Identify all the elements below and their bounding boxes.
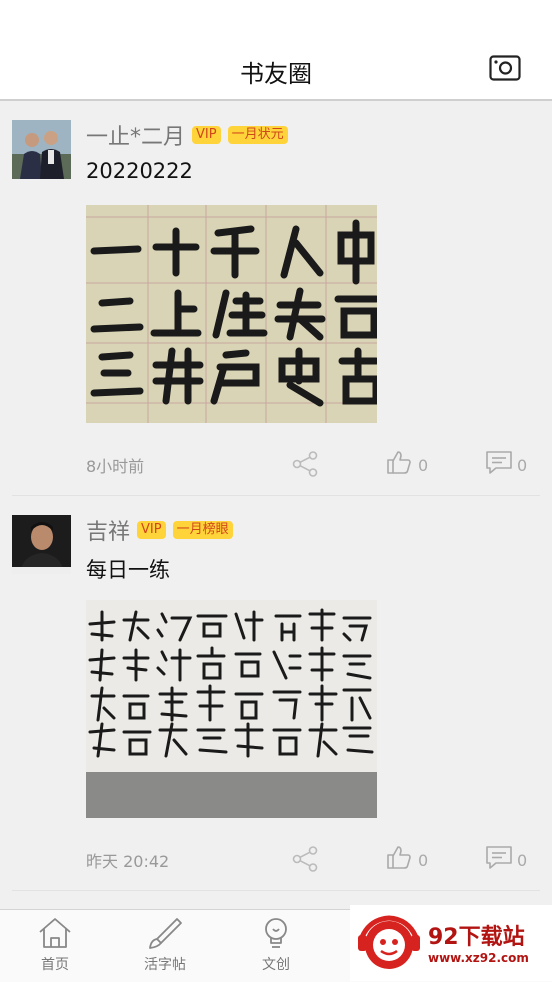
watermark-logo-icon: [358, 915, 420, 969]
thumbs-up-icon: [387, 451, 411, 474]
post-card[interactable]: 一止*二月 VIP 一月状元 20220222 8小时前 0 0: [0, 101, 552, 496]
avatar[interactable]: [12, 515, 71, 574]
comment-button[interactable]: 0: [485, 844, 527, 874]
lightbulb-icon: [265, 918, 287, 948]
divider: [12, 890, 540, 891]
comment-count: 0: [517, 851, 528, 870]
home-icon: [39, 918, 71, 948]
post-time: 昨天 20:42: [86, 852, 170, 871]
tab-home-label: 首页: [41, 957, 69, 973]
calligraphy-image[interactable]: [86, 600, 377, 818]
comment-icon: [486, 846, 512, 869]
post-text: 每日一练: [86, 558, 170, 582]
rank-badge: 一月状元: [227, 126, 288, 144]
like-button[interactable]: 0: [386, 844, 428, 874]
calligraphy-image[interactable]: [86, 205, 377, 423]
page-title: 书友圈: [240, 60, 312, 88]
tab-copybook-label: 活字帖: [144, 957, 186, 973]
tab-creative-label: 文创: [262, 957, 290, 973]
share-icon[interactable]: [291, 450, 319, 478]
tab-home[interactable]: 首页: [15, 916, 95, 978]
share-icon[interactable]: [291, 845, 319, 873]
author-row: 吉祥 VIP 一月榜眼: [86, 514, 233, 545]
top-bar: 书友圈: [0, 40, 552, 101]
thumbs-up-icon: [387, 846, 411, 869]
like-button[interactable]: 0: [386, 449, 428, 479]
comment-button[interactable]: 0: [485, 449, 527, 479]
vip-badge: VIP: [137, 521, 166, 539]
author-name[interactable]: 一止*二月: [86, 125, 185, 150]
post-feed: 一止*二月 VIP 一月状元 20220222 8小时前 0 0 吉祥 VIP …: [0, 101, 552, 891]
comment-count: 0: [517, 456, 528, 475]
watermark-title: 92下载站: [428, 925, 525, 950]
vip-badge: VIP: [192, 126, 221, 144]
camera-icon[interactable]: [489, 55, 521, 81]
tab-copybook[interactable]: 活字帖: [125, 916, 205, 978]
site-watermark: 92下载站 www.xz92.com: [350, 905, 552, 981]
like-count: 0: [418, 456, 429, 475]
tab-creative[interactable]: 文创: [236, 916, 316, 978]
post-card[interactable]: 吉祥 VIP 一月榜眼 每日一练 昨天 20:42 0 0: [0, 496, 552, 891]
post-actions: 8小时前 0 0: [86, 446, 532, 480]
post-time: 8小时前: [86, 457, 145, 476]
brush-icon: [149, 918, 182, 949]
watermark-url: www.xz92.com: [428, 951, 529, 965]
avatar[interactable]: [12, 120, 71, 179]
author-row: 一止*二月 VIP 一月状元: [86, 119, 288, 150]
post-text: 20220222: [86, 159, 193, 183]
rank-badge: 一月榜眼: [172, 521, 233, 539]
like-count: 0: [418, 851, 429, 870]
comment-icon: [486, 451, 512, 474]
post-actions: 昨天 20:42 0 0: [86, 841, 532, 875]
status-bar: [0, 0, 552, 40]
author-name[interactable]: 吉祥: [86, 520, 130, 545]
